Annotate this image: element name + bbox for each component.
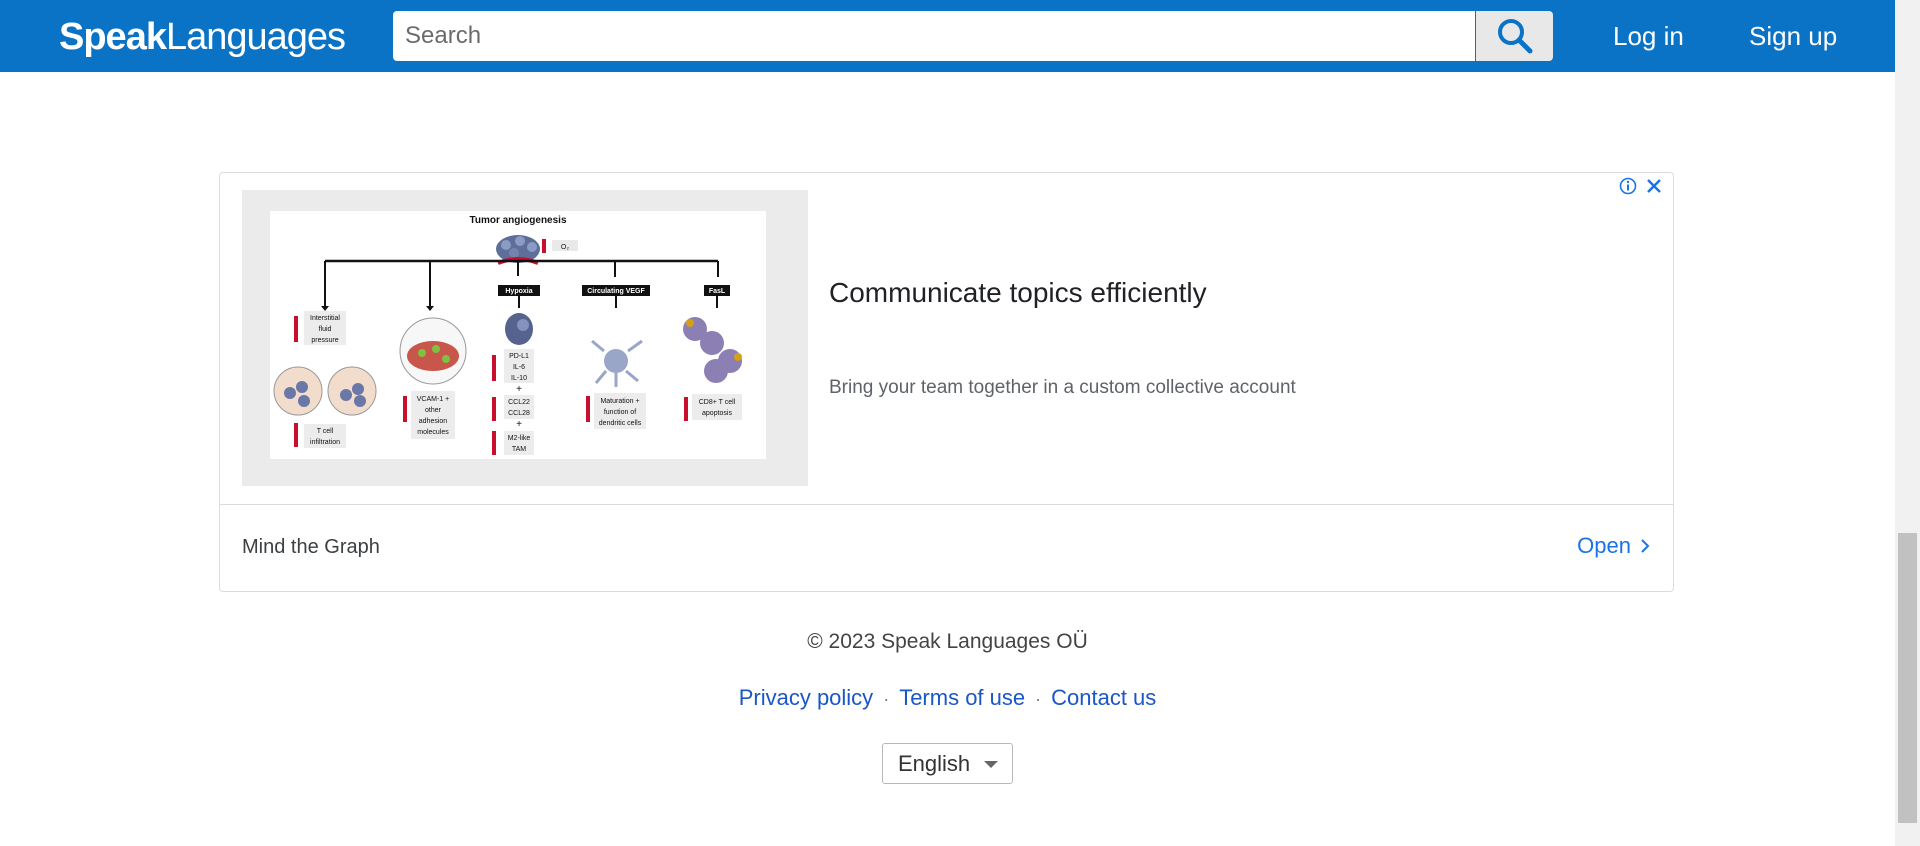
ad-image: Tumor angiogenesis O₂ Hypoxia Circulatin… <box>270 211 766 459</box>
svg-text:function of: function of <box>604 409 636 416</box>
tumor-cluster-icon <box>496 235 540 265</box>
copyright-text: © 2023 Speak Languages OÜ <box>807 630 1088 653</box>
language-select-value: English <box>898 750 971 776</box>
svg-text:infiltration: infiltration <box>310 439 340 446</box>
svg-text:Hypoxia: Hypoxia <box>505 288 532 295</box>
svg-text:IL-10: IL-10 <box>511 375 527 382</box>
svg-text:CD8+ T cell: CD8+ T cell <box>699 399 736 406</box>
language-select[interactable]: English <box>882 743 1013 784</box>
svg-text:IL-6: IL-6 <box>513 364 525 371</box>
svg-text:dendritic cells: dendritic cells <box>599 420 642 427</box>
logo-text-light: Languages <box>165 16 346 58</box>
caret-down-icon <box>984 761 998 768</box>
svg-text:PD-L1: PD-L1 <box>509 353 529 360</box>
svg-text:O₂: O₂ <box>561 244 569 251</box>
svg-text:apoptosis: apoptosis <box>702 410 732 417</box>
down-arrow-icon <box>542 239 546 253</box>
signup-link[interactable]: Sign up <box>1749 20 1837 52</box>
footer-separator: · <box>883 689 890 709</box>
svg-text:Interstitial: Interstitial <box>310 315 340 322</box>
svg-text:+: + <box>516 419 522 430</box>
svg-text:VCAM-1 +: VCAM-1 + <box>417 396 449 403</box>
search-icon <box>1497 19 1532 54</box>
tumor-angiogenesis-diagram: Tumor angiogenesis O₂ Hypoxia Circulatin… <box>273 215 742 455</box>
svg-text:+: + <box>516 384 522 395</box>
svg-text:molecules: molecules <box>417 429 449 436</box>
footer-separator: · <box>1035 689 1042 709</box>
svg-text:M2-like: M2-like <box>508 435 531 442</box>
ad-divider <box>220 504 1673 505</box>
svg-text:CCL22: CCL22 <box>508 399 530 406</box>
svg-text:Circulating VEGF: Circulating VEGF <box>587 288 645 295</box>
footer-links: Privacy policy · Terms of use · Contact us <box>0 685 1895 711</box>
site-logo[interactable]: SpeakLanguages <box>59 15 346 59</box>
svg-text:Maturation +: Maturation + <box>600 398 639 405</box>
top-navbar: SpeakLanguages Log in Sign up <box>0 0 1895 72</box>
ad-card[interactable]: Tumor angiogenesis O₂ Hypoxia Circulatin… <box>219 172 1674 592</box>
svg-text:adhesion: adhesion <box>419 418 448 425</box>
logo-text-bold: Speak <box>59 16 167 58</box>
svg-text:T cell: T cell <box>317 428 334 435</box>
svg-text:fluid: fluid <box>319 326 332 333</box>
svg-text:CCL28: CCL28 <box>508 410 530 417</box>
search-button[interactable] <box>1476 11 1553 61</box>
svg-text:TAM: TAM <box>512 446 526 453</box>
ad-image-frame[interactable]: Tumor angiogenesis O₂ Hypoxia Circulatin… <box>242 190 808 486</box>
contact-us-link[interactable]: Contact us <box>1051 685 1156 710</box>
svg-text:other: other <box>425 407 442 414</box>
ad-advertiser-name[interactable]: Mind the Graph <box>242 536 380 559</box>
chevron-right-icon <box>1641 539 1650 553</box>
ad-open-button[interactable]: Open <box>1577 533 1651 559</box>
ad-headline[interactable]: Communicate topics efficiently <box>829 277 1207 309</box>
ad-open-label: Open <box>1577 533 1631 558</box>
search-input[interactable] <box>393 11 1475 61</box>
privacy-policy-link[interactable]: Privacy policy <box>739 685 873 710</box>
login-link[interactable]: Log in <box>1613 20 1684 52</box>
ad-info-icon[interactable] <box>1619 177 1637 200</box>
ad-close-icon[interactable] <box>1645 177 1663 200</box>
scrollbar-thumb[interactable] <box>1898 533 1917 823</box>
diagram-title: Tumor angiogenesis <box>469 215 566 226</box>
svg-text:FasL: FasL <box>709 288 726 295</box>
ad-description[interactable]: Bring your team together in a custom col… <box>829 377 1296 399</box>
dendritic-cell-icon <box>591 339 643 387</box>
svg-text:pressure: pressure <box>311 337 338 344</box>
terms-of-use-link[interactable]: Terms of use <box>899 685 1025 710</box>
